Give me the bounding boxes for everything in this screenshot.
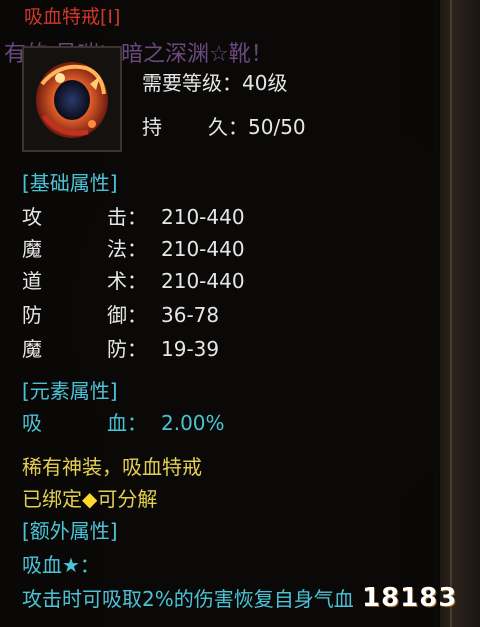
stat-label-2: 御： bbox=[107, 303, 147, 327]
red-ring-icon bbox=[36, 62, 108, 138]
rare-flag: 稀有神装，吸血特戒 bbox=[22, 455, 202, 479]
required-level-label: 需要等级： bbox=[142, 71, 242, 95]
stat-value: 210-440 bbox=[161, 269, 245, 293]
stat-label-1: 魔 bbox=[22, 237, 42, 261]
stat-row: 攻 击： 210-440 bbox=[22, 204, 245, 230]
stat-value: 210-440 bbox=[161, 237, 245, 261]
stat-value: 210-440 bbox=[161, 205, 245, 229]
required-level-value: 40级 bbox=[242, 71, 288, 95]
stat-row: 魔 法： 210-440 bbox=[22, 236, 245, 262]
watermark-text: 18183 bbox=[362, 583, 458, 613]
stat-label-1: 吸 bbox=[22, 411, 42, 435]
decomposable-label: 可分解 bbox=[97, 487, 158, 511]
stat-label-1: 攻 bbox=[22, 205, 42, 229]
stat-value: 36-78 bbox=[161, 303, 220, 327]
durability-label-1: 持 bbox=[142, 115, 162, 139]
item-title: 吸血特戒[I] bbox=[24, 6, 121, 28]
bind-status: 已绑定◆可分解 bbox=[22, 486, 157, 512]
stat-row: 道 术： 210-440 bbox=[22, 268, 245, 294]
stat-row: 防 御： 36-78 bbox=[22, 302, 219, 328]
diamond-icon: ◆ bbox=[82, 487, 98, 511]
durability-value: 50/50 bbox=[248, 115, 306, 139]
stat-row: 魔 防： 19-39 bbox=[22, 336, 219, 362]
stat-value: 19-39 bbox=[161, 337, 220, 361]
item-tooltip: 有的 号喘い暗之深渊☆靴！ 吸血特戒[I] 需要等级：40级 持 久：50/50… bbox=[0, 0, 440, 627]
stat-label-2: 术： bbox=[107, 269, 147, 293]
stat-label-2: 防： bbox=[107, 337, 147, 361]
stat-label-2: 击： bbox=[107, 205, 147, 229]
watermark-logo: 18183 bbox=[362, 557, 464, 613]
required-level: 需要等级：40级 bbox=[142, 70, 287, 96]
bound-label: 已绑定 bbox=[22, 487, 82, 511]
stat-label-1: 道 bbox=[22, 269, 42, 293]
extra-attribute-desc: 攻击时可吸取2%的伤害恢复自身气血 bbox=[22, 587, 354, 611]
extra-attribute-name: 吸血★： bbox=[22, 553, 100, 577]
scroll-frame bbox=[435, 0, 480, 627]
item-icon-frame bbox=[22, 46, 122, 152]
stat-label-2: 血： bbox=[107, 411, 147, 435]
durability-label-2: 久： bbox=[208, 115, 248, 139]
section-element-attributes: [元素属性] bbox=[22, 379, 118, 403]
scroll-rail bbox=[450, 0, 452, 627]
stat-label-1: 魔 bbox=[22, 337, 42, 361]
stat-label-1: 防 bbox=[22, 303, 42, 327]
durability: 持 久：50/50 bbox=[142, 114, 306, 140]
section-base-attributes: [基础属性] bbox=[22, 171, 118, 195]
stat-value: 2.00% bbox=[161, 411, 225, 435]
section-extra-attributes: [额外属性] bbox=[22, 519, 118, 543]
stat-label-2: 法： bbox=[107, 237, 147, 261]
stat-row-lifesteal: 吸 血： 2.00% bbox=[22, 410, 225, 436]
